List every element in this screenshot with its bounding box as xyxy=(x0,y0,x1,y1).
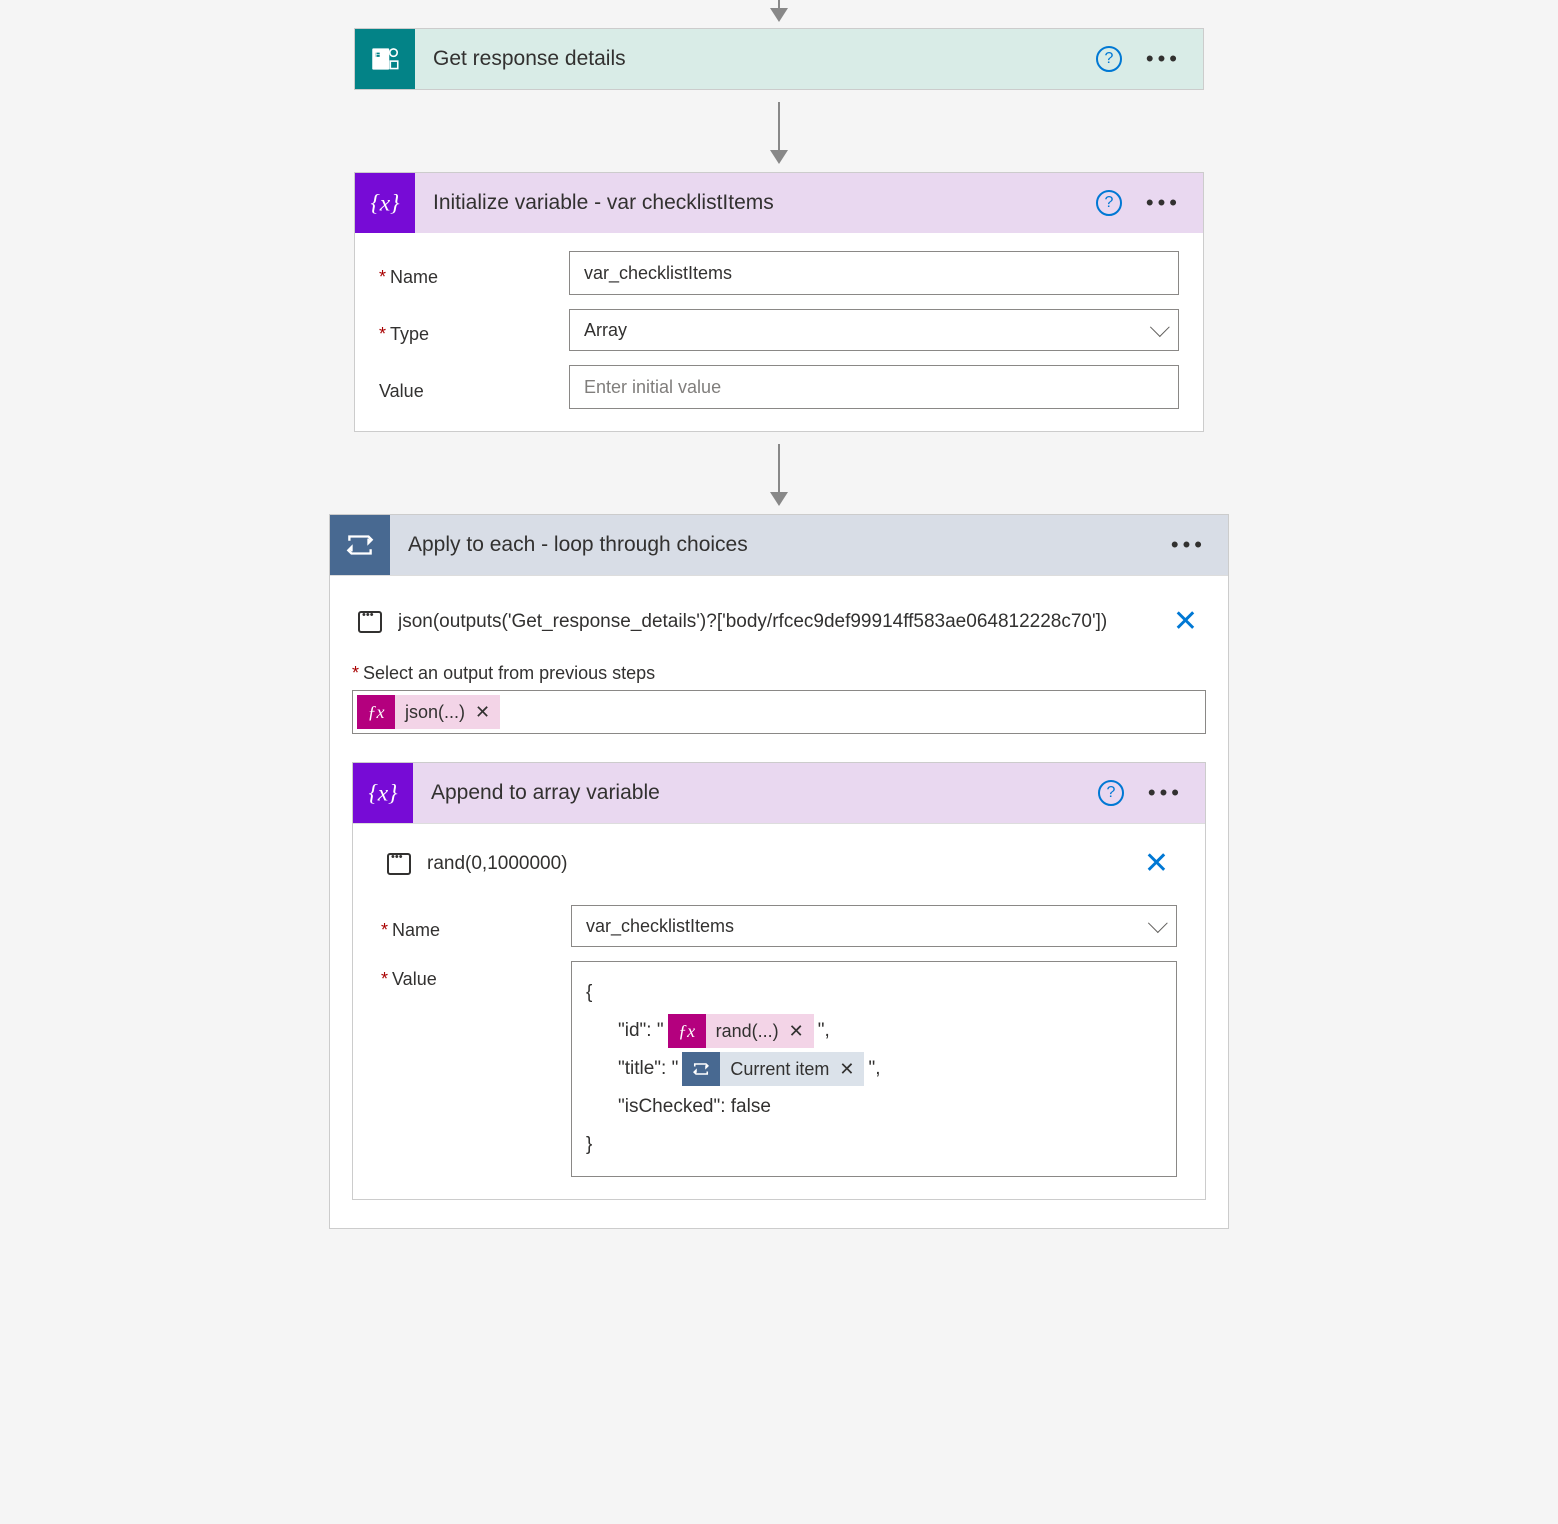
card-title: Append to array variable xyxy=(413,781,1098,805)
more-menu-button[interactable]: ••• xyxy=(1140,188,1187,218)
peek-expression: json(outputs('Get_response_details')?['b… xyxy=(398,611,1165,633)
action-card-apply-to-each[interactable]: Apply to each - loop through choices •••… xyxy=(329,514,1229,1229)
name-label: *Name xyxy=(379,259,569,288)
name-select[interactable]: var_checklistItems xyxy=(571,905,1177,947)
help-button[interactable]: ? xyxy=(1096,190,1122,216)
fx-expression-token[interactable]: ƒx json(...) ✕ xyxy=(357,695,500,729)
chevron-down-icon xyxy=(1148,913,1168,933)
variable-icon: {x} xyxy=(355,173,415,233)
more-menu-button[interactable]: ••• xyxy=(1140,44,1187,74)
select-output-input[interactable]: ƒx json(...) ✕ xyxy=(352,690,1206,734)
remove-token-button[interactable]: ✕ xyxy=(787,1013,814,1049)
connector-arrow xyxy=(778,444,780,494)
value-json-editor[interactable]: { "id": " ƒx rand(...) ✕ ", xyxy=(571,961,1177,1177)
peek-code-row: rand(0,1000000) ✕ xyxy=(381,846,1177,881)
peek-code-icon xyxy=(387,853,411,875)
svg-text:{x}: {x} xyxy=(368,780,398,806)
loop-icon xyxy=(682,1052,720,1086)
action-card-get-response-details[interactable]: F Get response details ? ••• xyxy=(354,28,1204,90)
fx-expression-token[interactable]: ƒx rand(...) ✕ xyxy=(668,1014,814,1048)
remove-token-button[interactable]: ✕ xyxy=(473,702,500,723)
more-menu-button[interactable]: ••• xyxy=(1142,778,1189,808)
svg-text:F: F xyxy=(375,49,380,59)
action-card-append-to-array[interactable]: {x} Append to array variable ? ••• rand(… xyxy=(352,762,1206,1200)
remove-token-button[interactable]: ✕ xyxy=(837,1051,864,1087)
help-button[interactable]: ? xyxy=(1098,780,1124,806)
card-title: Initialize variable - var checklistItems xyxy=(415,191,1096,215)
close-peek-button[interactable]: ✕ xyxy=(1165,604,1206,639)
type-select[interactable]: Array xyxy=(569,309,1179,351)
variable-icon: {x} xyxy=(353,763,413,823)
peek-code-row: json(outputs('Get_response_details')?['b… xyxy=(352,604,1206,639)
card-title: Get response details xyxy=(415,47,1096,71)
close-peek-button[interactable]: ✕ xyxy=(1136,846,1177,881)
peek-code-icon xyxy=(358,611,382,633)
type-label: *Type xyxy=(379,316,569,345)
chevron-down-icon xyxy=(1150,317,1170,337)
name-input[interactable] xyxy=(569,251,1179,295)
value-label: Value xyxy=(379,373,569,402)
card-title: Apply to each - loop through choices xyxy=(390,533,1165,557)
loop-icon xyxy=(330,515,390,575)
dynamic-content-token[interactable]: Current item ✕ xyxy=(682,1052,864,1086)
help-button[interactable]: ? xyxy=(1096,46,1122,72)
fx-icon: ƒx xyxy=(668,1014,706,1048)
svg-text:{x}: {x} xyxy=(370,190,400,216)
fx-icon: ƒx xyxy=(357,695,395,729)
name-label: *Name xyxy=(381,912,571,941)
value-input[interactable] xyxy=(569,365,1179,409)
more-menu-button[interactable]: ••• xyxy=(1165,530,1212,560)
peek-expression: rand(0,1000000) xyxy=(427,853,1136,875)
select-output-label: *Select an output from previous steps xyxy=(352,663,1206,684)
action-card-initialize-variable[interactable]: {x} Initialize variable - var checklistI… xyxy=(354,172,1204,432)
value-label: *Value xyxy=(381,961,571,990)
connector-arrow xyxy=(778,102,780,152)
forms-icon: F xyxy=(355,29,415,89)
connector-arrow-head xyxy=(778,0,780,10)
